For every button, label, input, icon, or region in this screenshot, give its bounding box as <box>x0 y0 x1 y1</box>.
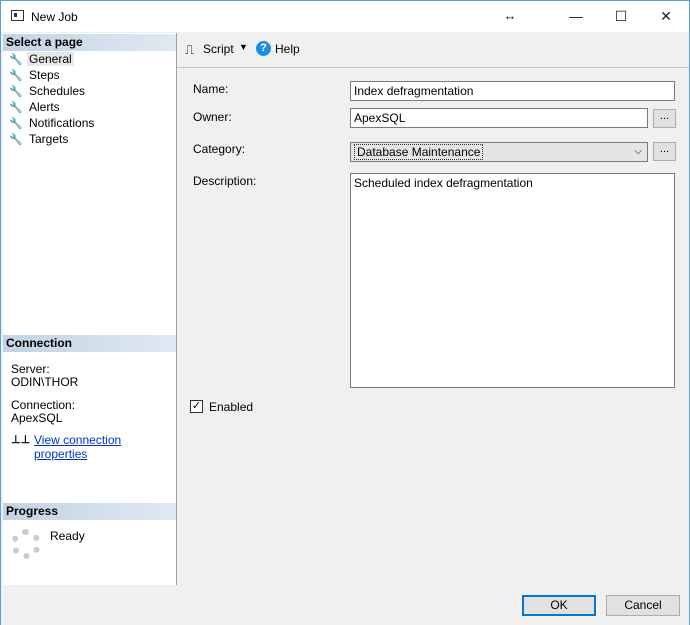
script-icon: ⎍ <box>185 42 195 57</box>
sidebar-item-notifications[interactable]: 🔧 Notifications <box>9 115 96 131</box>
connection-label: Connection: <box>11 398 76 412</box>
category-label: Category: <box>193 142 246 156</box>
sidebar: Select a page 🔧 General 🔧 Steps 🔧 Schedules… <box>3 33 177 585</box>
category-browse-button[interactable]: ... <box>653 142 676 161</box>
wrench-icon: 🔧 <box>9 69 23 82</box>
general-page: ⎍ Script ▼ ? Help Name: Index defragment… <box>177 33 689 585</box>
enabled-checkbox[interactable]: ✓ <box>190 400 203 413</box>
wrench-icon: 🔧 <box>9 85 23 98</box>
select-page-header: Select a page <box>3 34 176 51</box>
sidebar-item-schedules[interactable]: 🔧 Schedules <box>9 83 87 99</box>
script-button[interactable]: Script <box>203 42 234 56</box>
owner-browse-button[interactable]: ... <box>653 109 676 128</box>
script-dropdown-icon[interactable]: ▼ <box>239 42 248 52</box>
progress-header: Progress <box>3 503 176 520</box>
help-button[interactable]: Help <box>275 42 300 56</box>
wrench-icon: 🔧 <box>9 53 23 66</box>
enabled-label: Enabled <box>209 400 254 414</box>
sidebar-item-targets[interactable]: 🔧 Targets <box>9 131 70 147</box>
wrench-icon: 🔧 <box>9 101 23 114</box>
help-icon: ? <box>256 41 271 56</box>
maximize-button[interactable]: ☐ <box>606 5 636 27</box>
wrench-icon: 🔧 <box>9 133 23 146</box>
sidebar-item-steps[interactable]: 🔧 Steps <box>9 67 62 83</box>
wrench-icon: 🔧 <box>9 117 23 130</box>
close-button[interactable]: ✕ <box>651 5 681 27</box>
window-icon <box>11 10 24 21</box>
name-input[interactable]: Index defragmentation <box>350 81 675 101</box>
server-value: ODIN\THOR <box>11 375 79 389</box>
description-textarea[interactable]: Scheduled index defragmentation <box>350 173 675 388</box>
connection-value: ApexSQL <box>11 411 63 425</box>
sidebar-item-general[interactable]: 🔧 General <box>9 51 74 67</box>
owner-input[interactable]: ApexSQL <box>350 108 648 128</box>
ok-button[interactable]: OK <box>522 595 596 616</box>
category-value: Database Maintenance <box>354 144 484 160</box>
dialog-footer: OK Cancel <box>1 585 689 625</box>
resize-icon: ↔ <box>503 8 517 23</box>
progress-spinner-icon <box>11 529 41 559</box>
toolbar: ⎍ Script ▼ ? Help <box>177 33 689 68</box>
chevron-down-icon: ⌵ <box>634 146 642 157</box>
owner-label: Owner: <box>193 110 232 124</box>
connection-header: Connection <box>3 335 176 352</box>
title-bar: New Job ↔ — ☐ ✕ <box>1 1 689 32</box>
new-job-window: New Job ↔ — ☐ ✕ Select a page 🔧 General 🔧… <box>0 0 690 625</box>
minimize-button[interactable]: — <box>561 5 591 27</box>
server-label: Server: <box>11 362 50 376</box>
progress-status: Ready <box>50 529 85 543</box>
description-label: Description: <box>193 174 257 188</box>
window-title: New Job <box>31 10 78 24</box>
plug-icon: ⊥⊥ <box>11 434 31 446</box>
cancel-button[interactable]: Cancel <box>606 595 680 616</box>
view-connection-properties-link[interactable]: View connection properties <box>34 433 176 461</box>
name-label: Name: <box>193 82 229 96</box>
category-select[interactable]: Database Maintenance ⌵ <box>350 142 648 162</box>
sidebar-item-alerts[interactable]: 🔧 Alerts <box>9 99 62 115</box>
